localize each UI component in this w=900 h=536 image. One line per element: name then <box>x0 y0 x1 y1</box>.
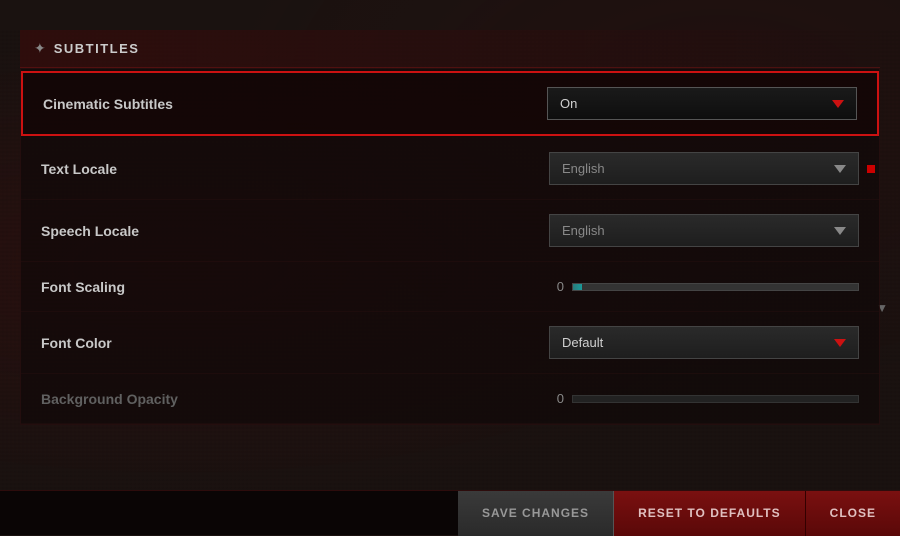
section-icon: ✦ <box>34 40 46 57</box>
font-scaling-label: Font Scaling <box>41 279 549 295</box>
cinematic-subtitles-dropdown[interactable]: On <box>547 87 857 120</box>
setting-row-text-locale: Text Locale English <box>21 138 879 200</box>
speech-locale-value: English <box>562 223 605 238</box>
text-locale-dropdown[interactable]: English <box>549 152 859 185</box>
setting-row-cinematic-subtitles: Cinematic Subtitles On <box>21 71 879 136</box>
font-color-value: Default <box>562 335 603 350</box>
dropdown-arrow-icon <box>834 165 846 173</box>
settings-container: ✦ SUBTITLES Cinematic Subtitles On Text … <box>20 30 880 425</box>
reset-to-defaults-button[interactable]: RESET TO DEFAULTS <box>614 491 806 536</box>
font-scaling-value: 0 <box>549 279 564 294</box>
background-opacity-slider[interactable] <box>572 395 859 403</box>
font-color-dropdown[interactable]: Default <box>549 326 859 359</box>
bottom-bar: SAVE CHANGES RESET TO DEFAULTS CLOSE <box>0 490 900 535</box>
background-opacity-slider-container: 0 <box>549 391 859 406</box>
cinematic-subtitles-value: On <box>560 96 577 111</box>
section-header: ✦ SUBTITLES <box>20 30 880 68</box>
setting-row-font-color: Font Color Default <box>21 312 879 374</box>
setting-row-speech-locale: Speech Locale English <box>21 200 879 262</box>
text-locale-label: Text Locale <box>41 161 549 177</box>
save-changes-button[interactable]: SAVE CHANGES <box>458 491 614 536</box>
font-scaling-slider[interactable] <box>572 283 859 291</box>
background-opacity-label: Background Opacity <box>41 391 549 407</box>
cinematic-subtitles-label: Cinematic Subtitles <box>43 96 547 112</box>
text-locale-value: English <box>562 161 605 176</box>
speech-locale-dropdown[interactable]: English <box>549 214 859 247</box>
font-color-label: Font Color <box>41 335 549 351</box>
dropdown-arrow-icon <box>834 339 846 347</box>
dropdown-arrow-icon <box>834 227 846 235</box>
close-button[interactable]: CLOSE <box>806 491 900 536</box>
font-scaling-slider-container: 0 <box>549 279 859 294</box>
settings-area: Cinematic Subtitles On Text Locale Engli… <box>20 68 880 425</box>
setting-row-font-scaling: Font Scaling 0 <box>21 262 879 312</box>
section-title: SUBTITLES <box>54 41 140 56</box>
setting-row-background-opacity: Background Opacity 0 <box>21 374 879 424</box>
background-opacity-value: 0 <box>549 391 564 406</box>
red-dot-indicator <box>867 165 875 173</box>
speech-locale-label: Speech Locale <box>41 223 549 239</box>
slider-fill <box>573 284 582 290</box>
dropdown-arrow-icon <box>832 100 844 108</box>
